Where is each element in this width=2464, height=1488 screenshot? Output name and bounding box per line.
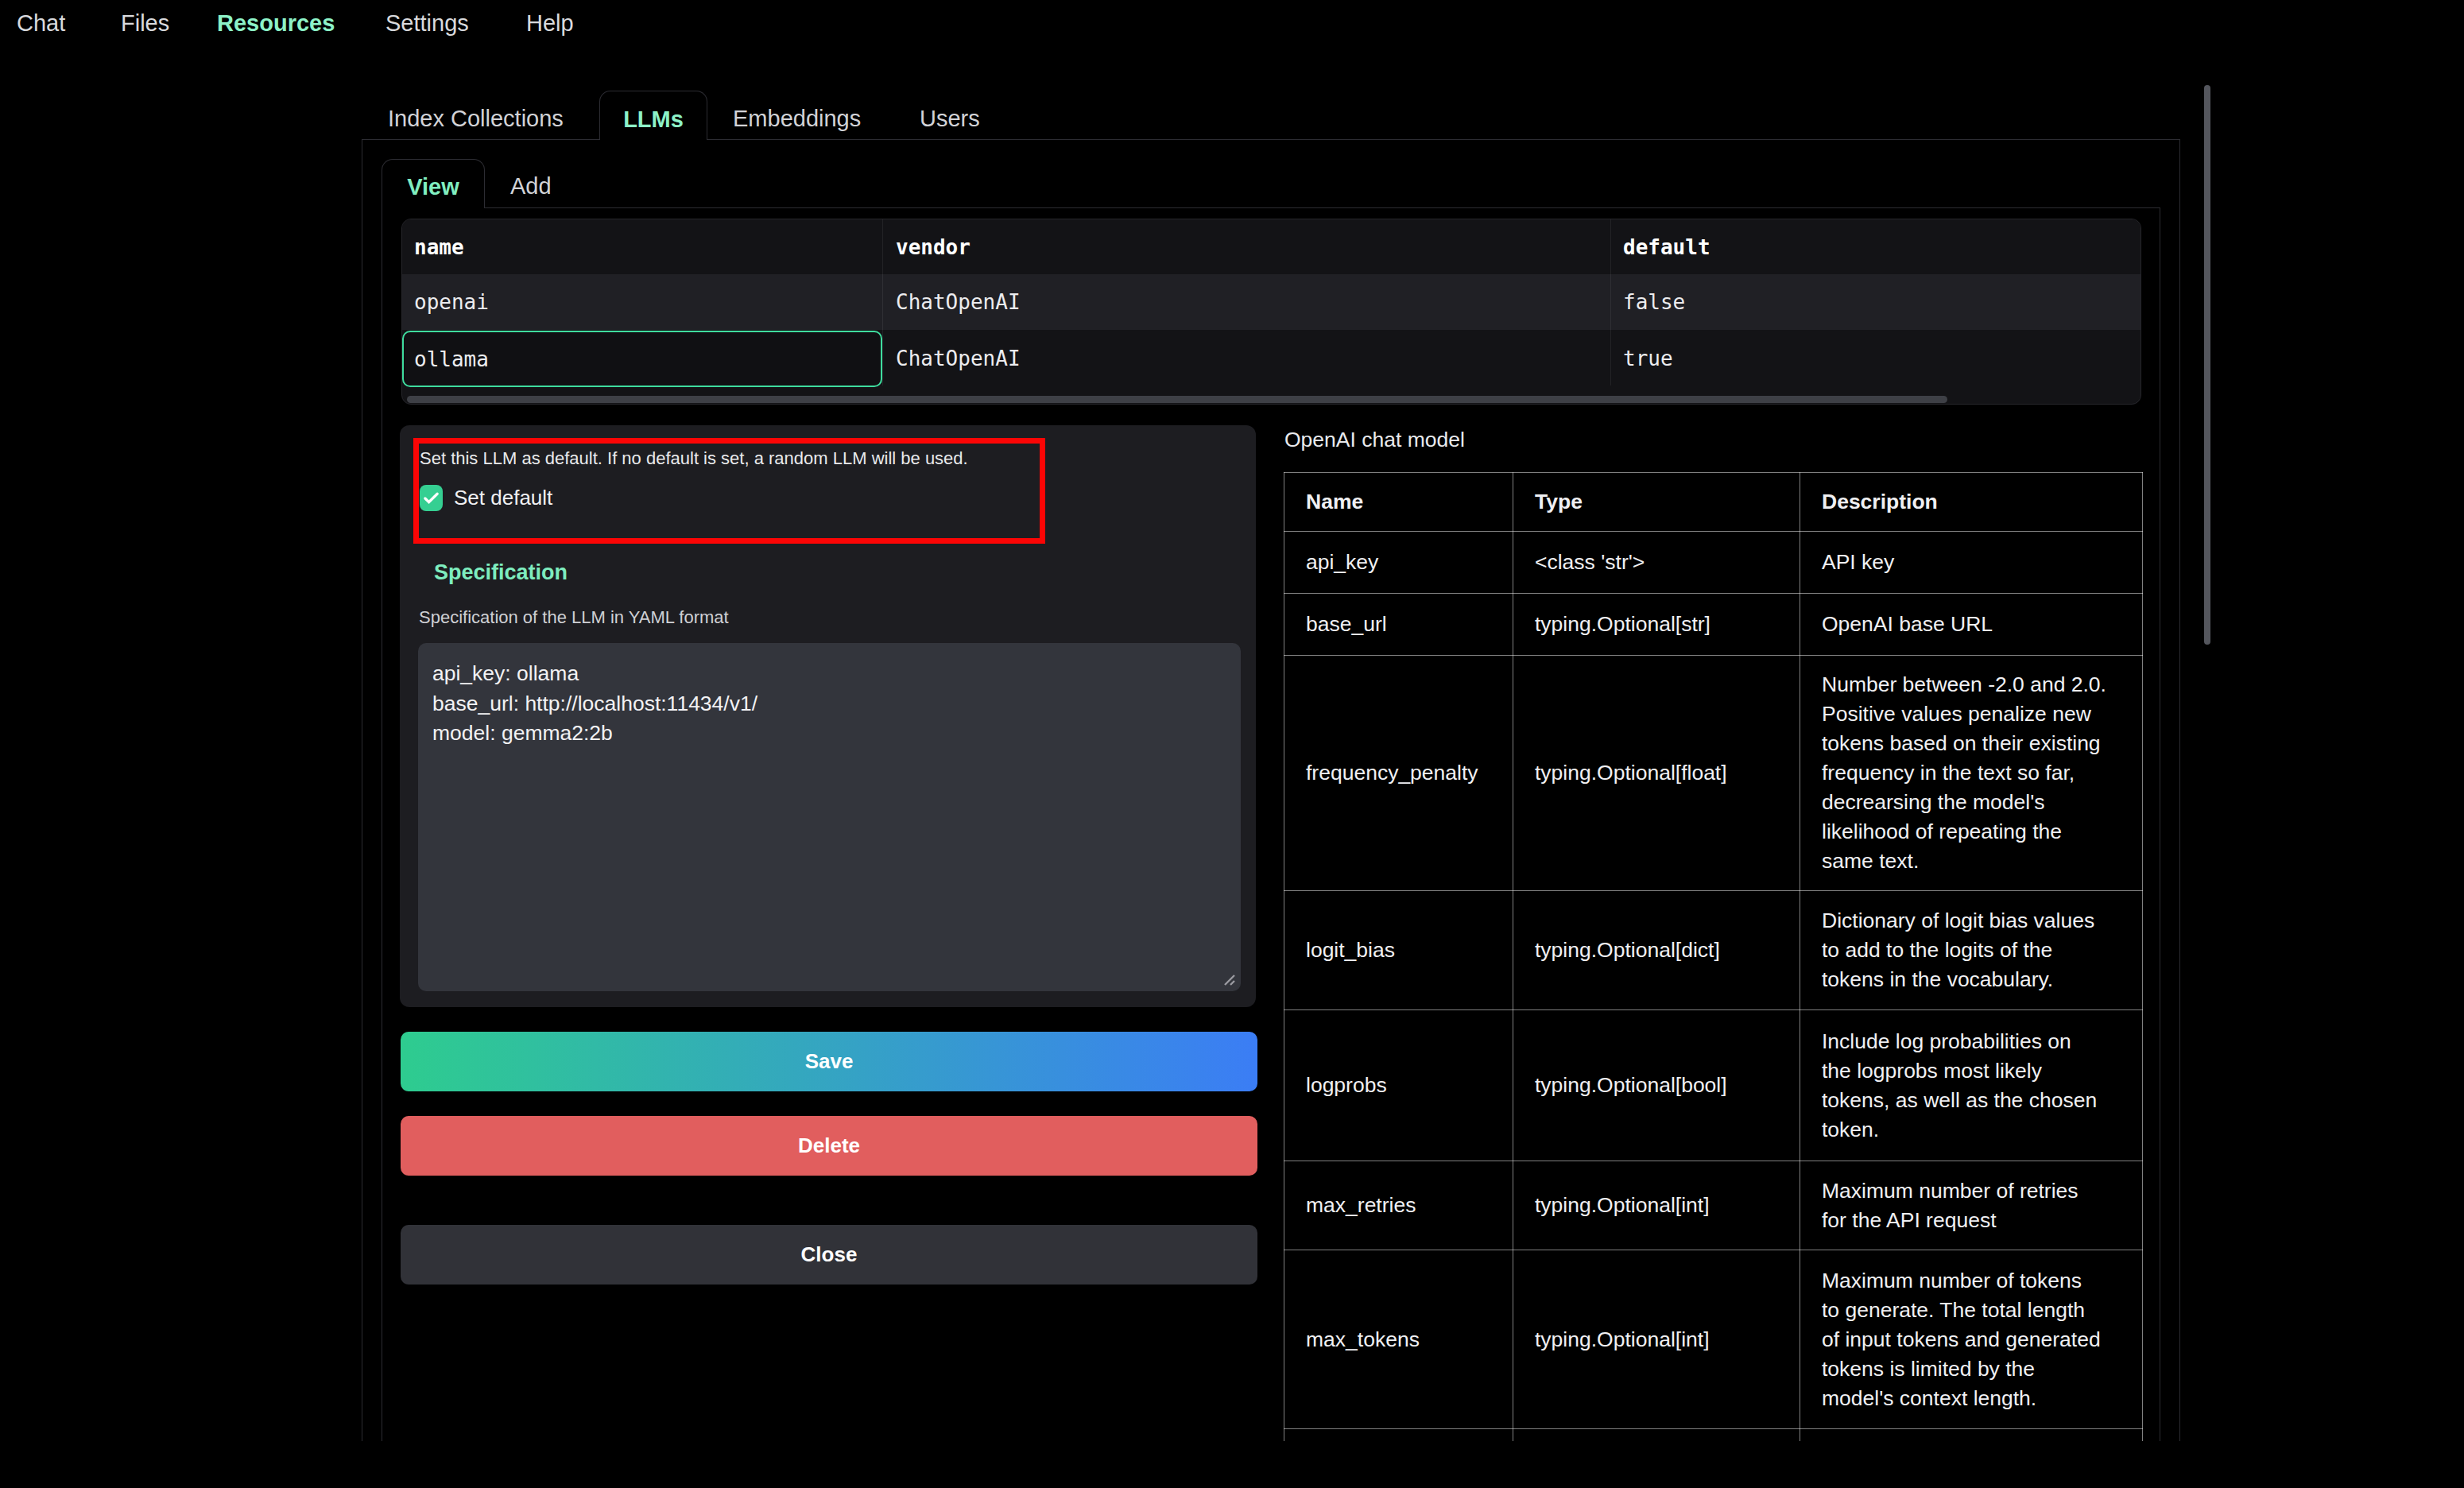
yaml-textarea[interactable]: api_key: ollamabase_url: http://localhos… <box>418 643 1241 991</box>
llm-resources-page: Chat Files Resources Settings Help Index… <box>0 0 2464 1488</box>
doc-area: NameTypeDescription api_key<class 'str'>… <box>1272 461 2162 1441</box>
tab-view[interactable]: View <box>382 159 485 208</box>
tab-llms[interactable]: LLMs <box>599 91 707 140</box>
default-hint: Set this LLM as default. If no default i… <box>413 438 1045 544</box>
set-default-checkbox[interactable] <box>420 485 443 511</box>
btn-delete[interactable]: Delete <box>401 1116 1257 1176</box>
tab-add[interactable]: Add <box>510 173 552 200</box>
nav-chat[interactable]: Chat <box>17 11 65 36</box>
llm-form: Set this LLM as default. If no default i… <box>400 425 1256 1007</box>
tab-index-collections[interactable]: Index Collections <box>388 106 564 132</box>
doc-table: NameTypeDescription api_key<class 'str'>… <box>1284 472 2143 1441</box>
nav-resources[interactable]: Resources <box>217 11 335 36</box>
tab-users[interactable]: Users <box>920 106 980 132</box>
btn-close[interactable]: Close <box>401 1225 1257 1285</box>
nav-files[interactable]: Files <box>121 11 169 36</box>
selected-cell: ollama <box>402 331 882 387</box>
top-nav: Chat Files Resources Settings Help <box>0 0 2464 49</box>
row-openai[interactable]: openai ChatOpenAI false <box>402 274 2141 330</box>
doc-title: OpenAI chat model <box>1284 428 1465 452</box>
nav-help[interactable]: Help <box>526 11 574 36</box>
btn-save[interactable]: Save <box>401 1032 1257 1091</box>
page-scrollbar <box>2204 85 2210 645</box>
llm-table: name vendor default openai ChatOpenAI fa… <box>401 219 2141 405</box>
nav-settings[interactable]: Settings <box>385 11 469 36</box>
spec-heading: Specification <box>434 560 568 585</box>
tab-embeddings[interactable]: Embeddings <box>733 106 861 132</box>
llm-table-head: name vendor default <box>402 219 2141 274</box>
